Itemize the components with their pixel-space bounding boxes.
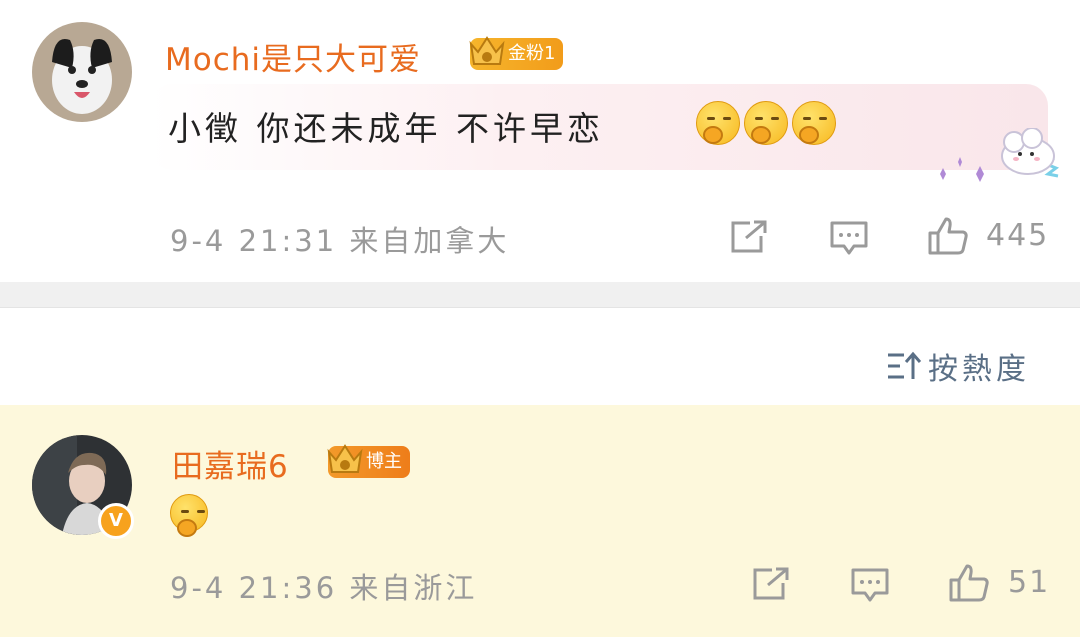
- cloud-sticker-icon: [940, 128, 1060, 182]
- like-icon[interactable]: [948, 563, 990, 603]
- badge-label: 金粉1: [508, 43, 556, 64]
- comment-item: [0, 405, 1080, 637]
- comment-icon[interactable]: [830, 220, 868, 256]
- like-count: 445: [986, 218, 1050, 253]
- verified-badge-icon: V: [98, 503, 134, 539]
- like-count: 51: [1008, 565, 1051, 600]
- username[interactable]: Mochi是只大可爱: [165, 34, 421, 79]
- username[interactable]: 田嘉瑞6: [172, 441, 289, 486]
- fan-badge[interactable]: 金粉1: [469, 36, 564, 70]
- timestamp: 9-4 21:36: [170, 571, 338, 605]
- emoji-group: [696, 101, 836, 145]
- sort-button[interactable]: 按熱度: [886, 344, 1030, 388]
- sweat-face-icon: [170, 494, 208, 537]
- crown-icon: [469, 36, 505, 65]
- sort-label: 按熱度: [928, 352, 1030, 387]
- comment-meta: 9-4 21:36 来自浙江: [170, 565, 477, 607]
- section-divider: [0, 282, 1080, 308]
- crown-icon: [327, 444, 363, 473]
- thinking-face-icon: [696, 101, 740, 145]
- comment-text: 小徵 你还未成年 不许早恋: [168, 109, 604, 148]
- location: 来自加拿大: [349, 224, 510, 258]
- location: 来自浙江: [349, 571, 478, 605]
- avatar[interactable]: [32, 22, 132, 122]
- thinking-face-icon: [792, 101, 836, 145]
- share-icon[interactable]: [752, 567, 790, 601]
- comment-icon[interactable]: [851, 567, 889, 603]
- badge-label: 博主: [366, 451, 402, 472]
- share-icon[interactable]: [730, 220, 768, 254]
- blogger-badge[interactable]: 博主: [327, 444, 410, 478]
- sort-icon: [888, 351, 922, 379]
- timestamp: 9-4 21:31: [170, 224, 338, 258]
- comment-meta: 9-4 21:31 来自加拿大: [170, 218, 509, 260]
- like-icon[interactable]: [927, 216, 969, 256]
- thinking-face-icon: [744, 101, 788, 145]
